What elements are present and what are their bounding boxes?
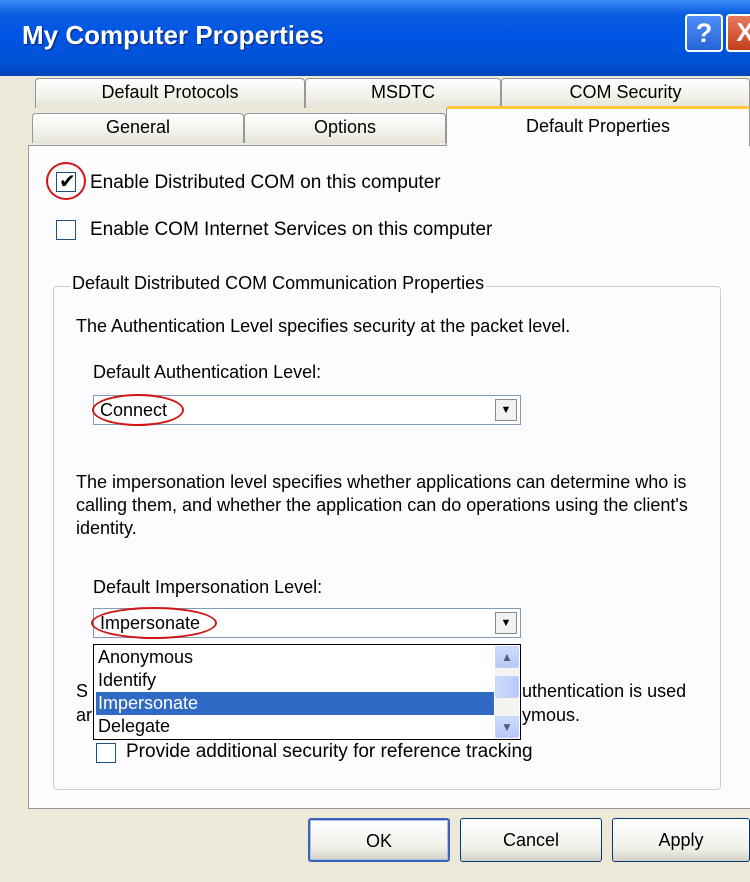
tab-default-protocols[interactable]: Default Protocols — [35, 78, 305, 108]
help-button[interactable]: ? — [685, 14, 723, 52]
hidden-description-right-1: uthentication is used — [522, 681, 687, 701]
dropdown-option-delegate[interactable]: Delegate — [96, 715, 494, 738]
tab-default-properties[interactable]: Default Properties — [446, 106, 750, 146]
tab-general[interactable]: General — [32, 113, 244, 143]
annotation-oval — [92, 394, 184, 426]
close-button[interactable]: X — [726, 14, 750, 52]
impersonation-dropdown-list[interactable]: Anonymous Identify Impersonate Delegate … — [93, 644, 521, 740]
group-title: Default Distributed COM Communication Pr… — [70, 273, 487, 294]
apply-button[interactable]: Apply — [612, 818, 750, 862]
hidden-description-left-2: ar — [76, 705, 93, 725]
auth-description: The Authentication Level specifies secur… — [76, 316, 571, 336]
impersonation-level-label: Default Impersonation Level: — [93, 577, 323, 597]
dropdown-option-anonymous[interactable]: Anonymous — [96, 646, 494, 669]
annotation-circle — [46, 162, 86, 200]
scrollbar-thumb[interactable] — [495, 676, 519, 698]
title-bar[interactable]: My Computer Properties ? X — [0, 0, 750, 76]
reference-tracking-checkbox[interactable] — [96, 743, 116, 763]
ok-button[interactable]: OK — [308, 818, 450, 862]
dropdown-option-identify[interactable]: Identify — [96, 669, 494, 692]
tab-label: Default Properties — [525, 116, 671, 136]
scroll-up-icon[interactable]: ▲ — [495, 646, 519, 668]
chevron-down-icon[interactable]: ▼ — [495, 612, 517, 634]
tab-label: General — [105, 117, 171, 137]
impersonation-description: The impersonation level specifies whethe… — [76, 472, 688, 538]
window-title: My Computer Properties — [22, 20, 324, 50]
reference-tracking-label: Provide additional security for referenc… — [126, 741, 533, 762]
cancel-button[interactable]: Cancel — [460, 818, 602, 862]
tab-com-security[interactable]: COM Security — [501, 78, 750, 108]
dropdown-option-impersonate[interactable]: Impersonate — [96, 692, 494, 715]
hidden-description-right-2: ymous. — [522, 705, 581, 725]
tab-options[interactable]: Options — [244, 113, 446, 143]
chevron-down-icon[interactable]: ▼ — [495, 399, 517, 421]
enable-com-internet-checkbox[interactable] — [56, 220, 76, 240]
tab-label: COM Security — [569, 82, 682, 102]
tab-label: MSDTC — [371, 82, 435, 102]
auth-level-label: Default Authentication Level: — [93, 362, 322, 382]
scroll-down-icon[interactable]: ▼ — [495, 716, 519, 738]
enable-com-internet-label: Enable COM Internet Services on this com… — [90, 219, 493, 240]
annotation-oval — [91, 607, 217, 639]
tab-msdtc[interactable]: MSDTC — [305, 78, 501, 108]
tab-label: Options — [313, 117, 377, 137]
enable-dcom-label: Enable Distributed COM on this computer — [90, 172, 441, 193]
tab-label: Default Protocols — [101, 82, 239, 102]
scrollbar[interactable]: ▲ ▼ — [495, 646, 519, 738]
hidden-description-left-1: S — [76, 681, 89, 701]
